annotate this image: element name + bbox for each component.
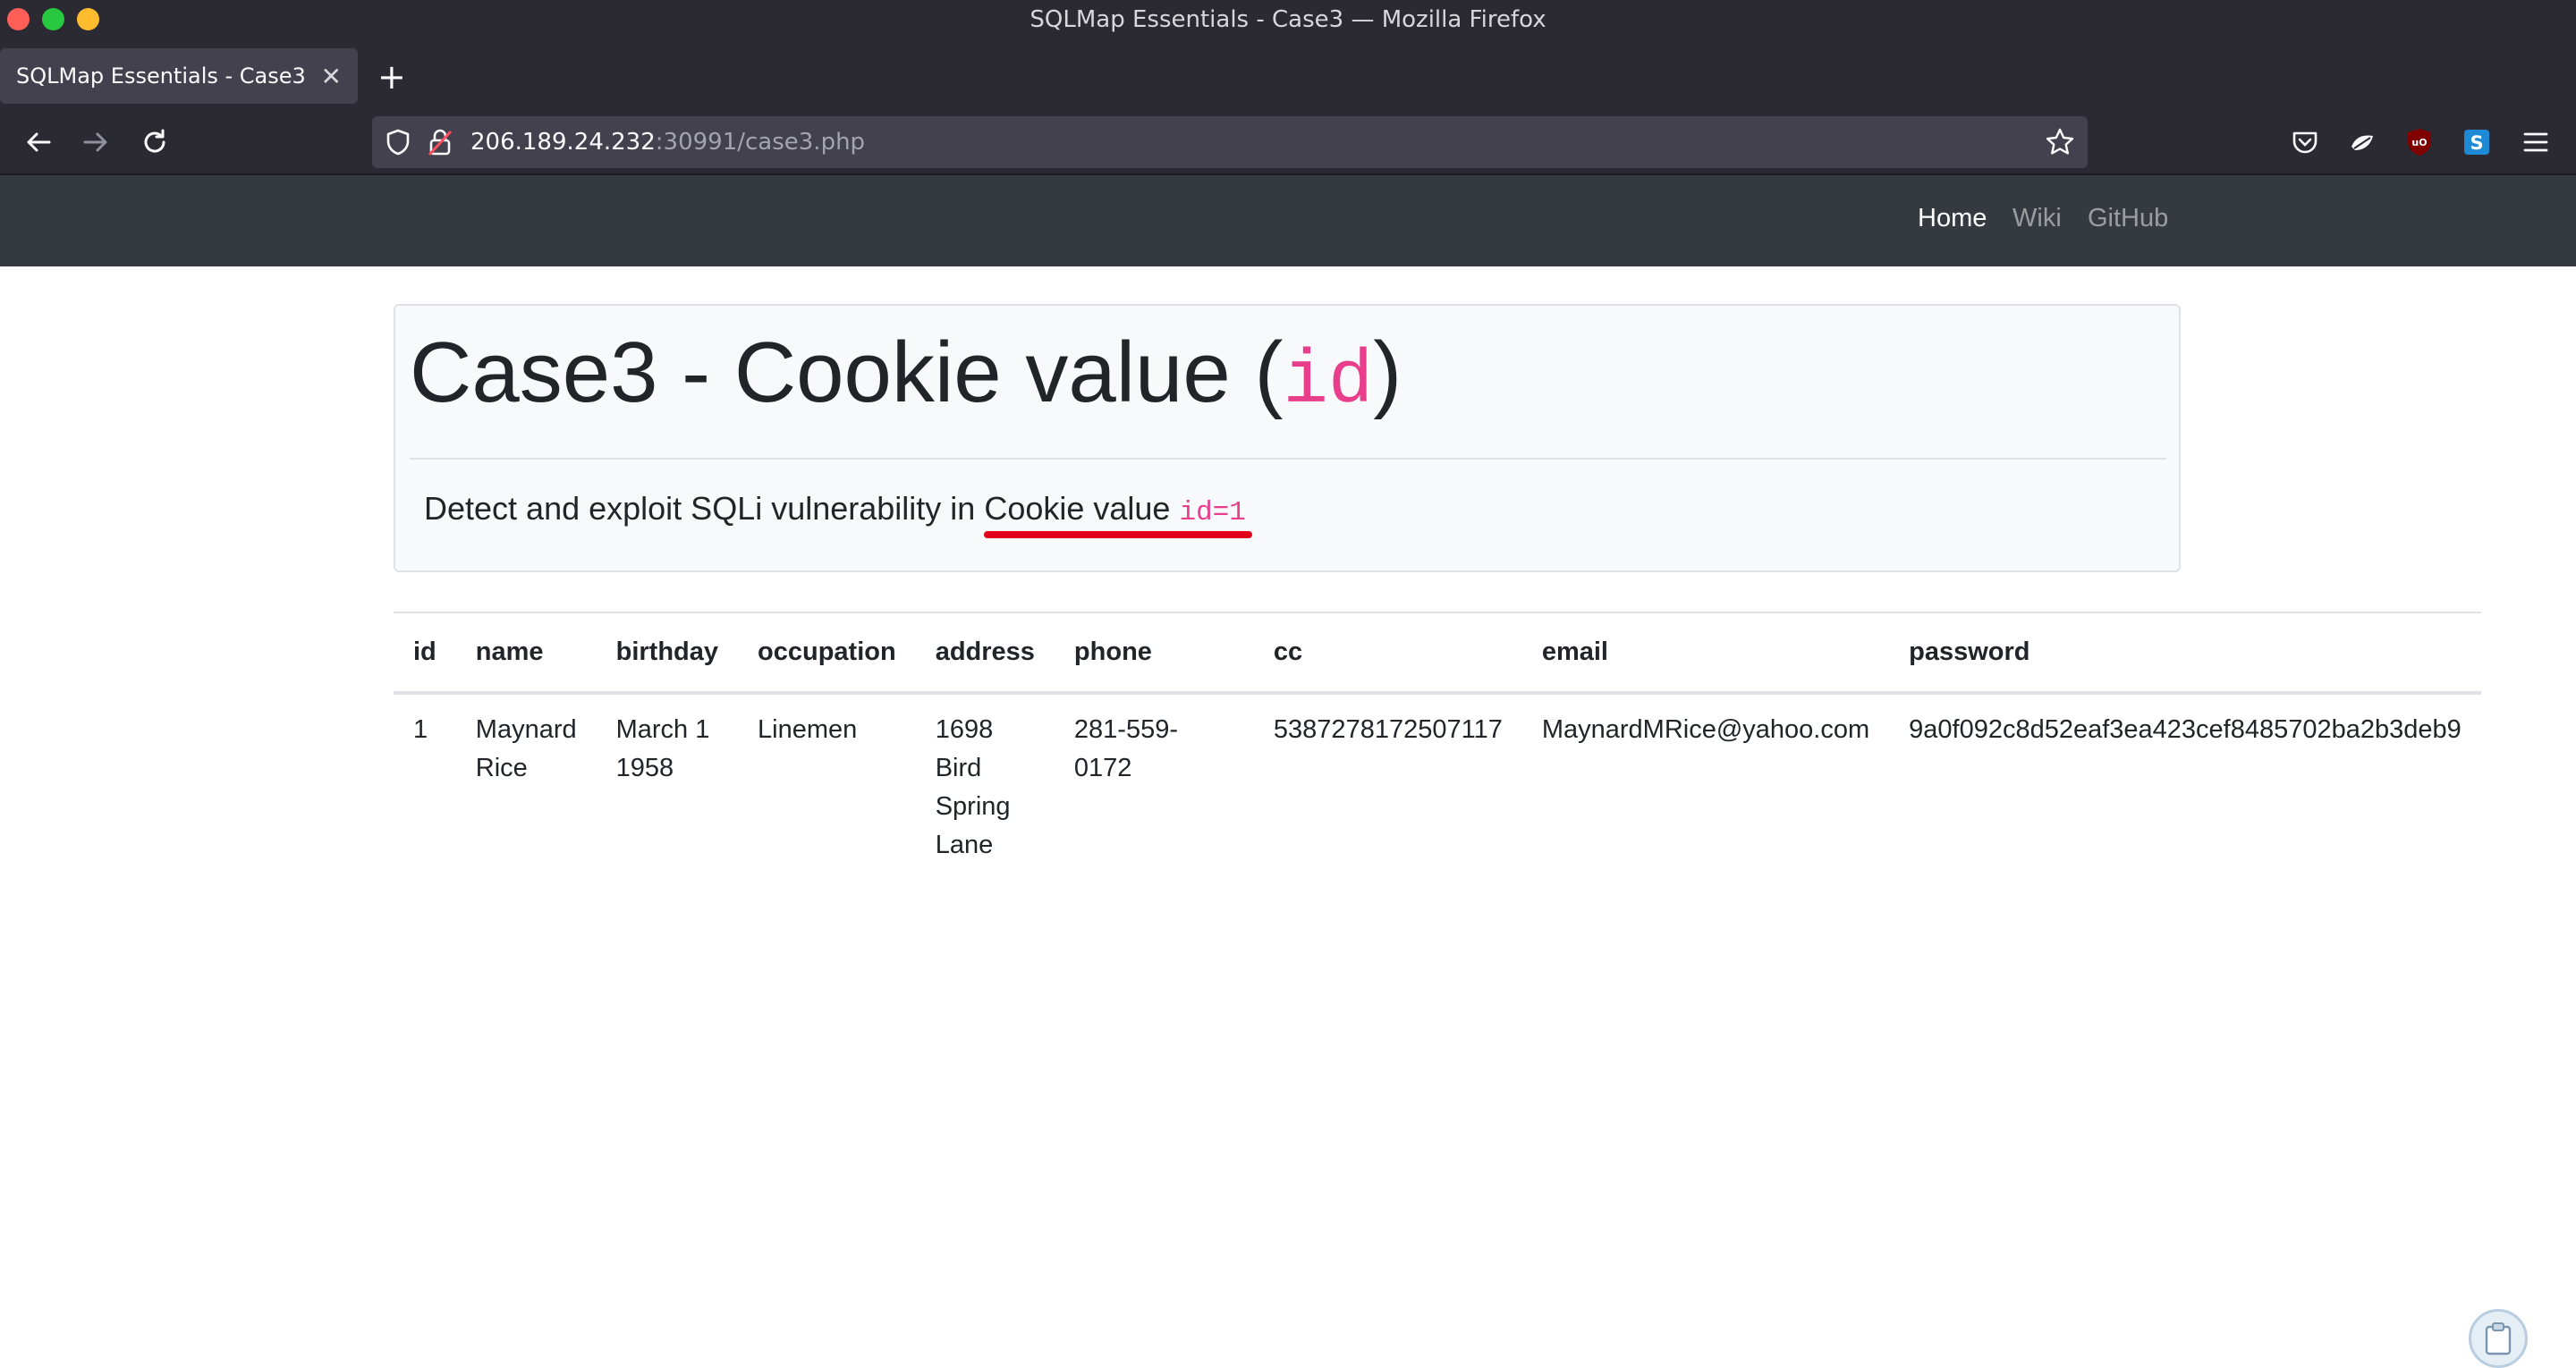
case-header: Case3 - Cookie value (id) Detect and exp… xyxy=(394,304,2181,572)
url-bar[interactable]: 206.189.24.232:30991/case3.php xyxy=(372,116,2088,168)
pocket-icon[interactable] xyxy=(2290,127,2320,157)
column-header-email: email xyxy=(1541,638,1608,666)
insecure-lock-icon[interactable] xyxy=(428,128,453,163)
title-prefix: Case3 - Cookie value ( xyxy=(410,325,1284,420)
new-tab-icon[interactable]: + xyxy=(377,57,406,97)
lead-highlight: Cookie value xyxy=(984,490,1180,527)
cell-line: March 1 xyxy=(615,715,710,744)
reload-icon[interactable] xyxy=(134,122,175,163)
forward-icon[interactable] xyxy=(75,122,116,163)
site-navbar: Home Wiki GitHub xyxy=(0,175,2576,266)
cell-line: 1958 xyxy=(615,754,674,782)
url-path: :30991/case3.php xyxy=(655,129,866,156)
cell-address: 1698 Bird Spring Lane xyxy=(916,693,1055,865)
window-titlebar: SQLMap Essentials - Case3 — Mozilla Fire… xyxy=(0,0,2576,39)
tab-strip: SQLMap Essentials - Case3 ✕ + xyxy=(0,39,2576,109)
tab-close-icon[interactable]: ✕ xyxy=(321,62,342,91)
tracking-shield-icon[interactable] xyxy=(385,128,411,163)
nav-link-wiki[interactable]: Wiki xyxy=(2012,204,2062,233)
column-header-address: address xyxy=(935,638,1035,666)
table-row: 1 Maynard Rice March 1 1958 Linemen 1698… xyxy=(394,693,2481,865)
results-table: id name birthday occupation address phon… xyxy=(394,612,2481,865)
column-header-birthday: birthday xyxy=(615,638,719,666)
maximize-window-button[interactable] xyxy=(42,8,64,30)
lead-code: id=1 xyxy=(1179,497,1246,528)
svg-text:S: S xyxy=(2470,132,2483,154)
title-code: id xyxy=(1283,340,1374,425)
column-header-cc: cc xyxy=(1273,638,1303,666)
page-title: Case3 - Cookie value (id) xyxy=(410,324,1402,425)
url-host: 206.189.24.232 xyxy=(470,129,656,156)
extension-icon[interactable] xyxy=(2347,127,2377,157)
window-controls xyxy=(7,8,99,30)
tab-active[interactable]: SQLMap Essentials - Case3 ✕ xyxy=(0,48,358,104)
cell-phone: 281-559-0172 xyxy=(1073,715,1179,782)
cell-occupation: Linemen xyxy=(758,715,858,744)
table-header-row: id name birthday occupation address phon… xyxy=(394,612,2481,693)
cell-birthday: March 1 1958 xyxy=(597,693,738,865)
ublock-icon[interactable]: uO xyxy=(2404,127,2435,157)
cell-line: Lane xyxy=(935,831,994,859)
minimize-window-button[interactable] xyxy=(77,8,99,30)
title-suffix: ) xyxy=(1373,325,1402,420)
cell-cc: 5387278172507117 xyxy=(1273,715,1503,744)
close-window-button[interactable] xyxy=(7,8,30,30)
case-description: Detect and exploit SQLi vulnerability in… xyxy=(424,490,1246,528)
nav-link-home[interactable]: Home xyxy=(1918,204,1987,233)
column-header-name: name xyxy=(475,638,544,666)
cell-id: 1 xyxy=(413,715,428,744)
lead-text: Detect and exploit SQLi vulnerability in xyxy=(424,490,985,527)
cell-password: 9a0f092c8d52eaf3ea423cef8485702ba2b3deb9 xyxy=(1909,715,2462,744)
navigation-toolbar: 206.189.24.232:30991/case3.php uO S xyxy=(0,109,2576,175)
cell-line: Maynard xyxy=(475,715,577,744)
svg-text:uO: uO xyxy=(2411,137,2427,148)
cell-name: Maynard Rice xyxy=(456,693,597,865)
back-icon[interactable] xyxy=(18,122,59,163)
s-extension-icon[interactable]: S xyxy=(2462,127,2492,157)
menu-icon[interactable] xyxy=(2521,127,2551,157)
cell-email: MaynardMRice@yahoo.com xyxy=(1541,715,1870,744)
cell-line: Spring xyxy=(935,792,1011,821)
tab-title: SQLMap Essentials - Case3 xyxy=(16,63,306,89)
column-header-id: id xyxy=(413,638,436,666)
header-divider xyxy=(410,458,2166,460)
nav-link-github[interactable]: GitHub xyxy=(2088,204,2168,233)
cell-line: Rice xyxy=(475,754,528,782)
column-header-phone: phone xyxy=(1073,638,1152,666)
cell-line: 1698 xyxy=(935,715,994,744)
window-title: SQLMap Essentials - Case3 — Mozilla Fire… xyxy=(1030,6,1546,33)
column-header-occupation: occupation xyxy=(758,638,896,666)
column-header-password: password xyxy=(1909,638,2030,666)
clipboard-icon[interactable] xyxy=(2469,1309,2528,1368)
bookmark-star-icon[interactable] xyxy=(2045,127,2075,164)
annotation-underline xyxy=(984,531,1252,538)
cell-line: Bird xyxy=(935,754,982,782)
